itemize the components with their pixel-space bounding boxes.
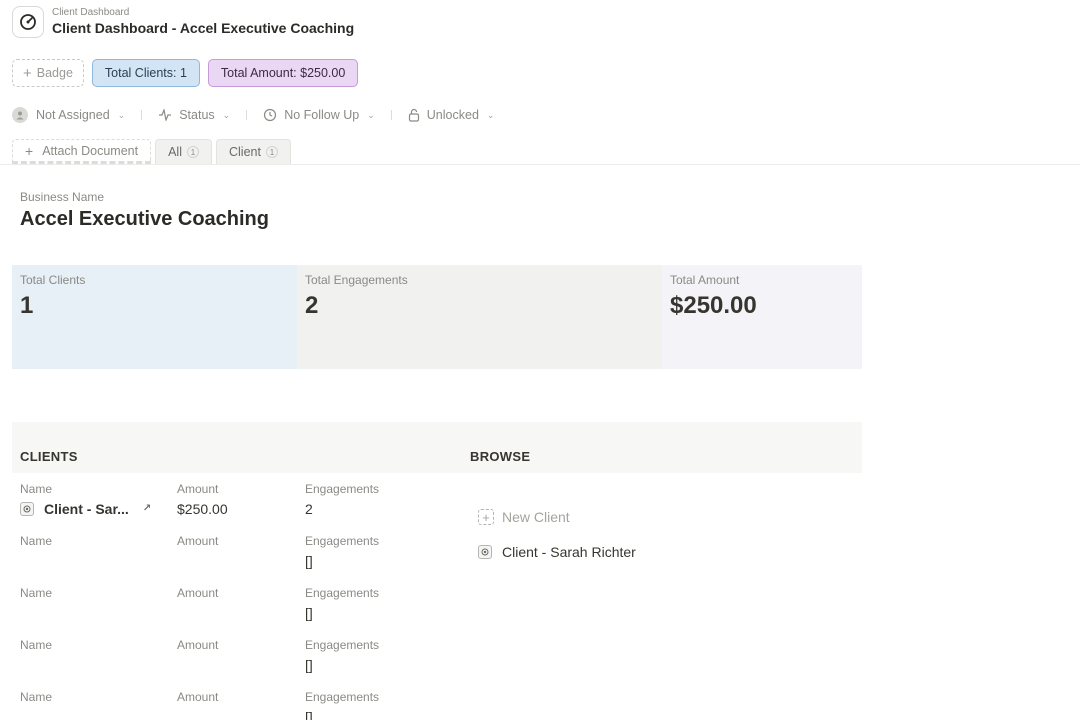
page-title: Client Dashboard - Accel Executive Coach…: [52, 20, 355, 36]
tab-label: Client: [228, 145, 261, 159]
table-row: Name Amount Engagements []: [20, 534, 440, 584]
client-amount: $250.00: [177, 501, 228, 517]
dashboard-gauge-icon[interactable]: [12, 6, 44, 38]
chevron-down-icon: ⌄: [486, 109, 495, 120]
page-header: Client Dashboard Client Dashboard - Acce…: [12, 4, 354, 40]
open-external-icon[interactable]: ↗: [143, 501, 151, 517]
total-amount-badge[interactable]: Total Amount: $250.00: [207, 59, 359, 87]
clients-section-title: CLIENTS: [20, 449, 78, 464]
column-label-name: Name: [20, 482, 53, 496]
add-badge-button[interactable]: + Badge: [12, 59, 84, 87]
plus-icon: +: [25, 142, 34, 159]
section-header-bar: [12, 422, 862, 473]
client-name: Client - Sar...: [44, 501, 129, 517]
property-bar: Not Assigned ⌄ Status ⌄ No Follow Up ⌄ U…: [12, 104, 494, 126]
stat-label: Total Engagements: [305, 273, 408, 287]
stat-card-total-clients: Total Clients 1: [12, 265, 297, 369]
table-row: Name Amount Engagements []: [20, 586, 440, 636]
tab-label: All: [168, 145, 182, 159]
column-label-amount: Amount: [177, 586, 219, 600]
column-label-name: Name: [20, 534, 53, 548]
column-label-engagements: Engagements: [305, 690, 380, 704]
browse-section-title: BROWSE: [470, 449, 531, 464]
follow-up-dropdown[interactable]: No Follow Up ⌄: [263, 108, 375, 122]
page-icon: [20, 502, 34, 516]
stat-value: 2: [305, 292, 319, 319]
column-label-amount: Amount: [177, 690, 219, 704]
client-link[interactable]: Client - Sar... ↗: [20, 501, 170, 517]
tab-bar: + Attach Document All 1 Client 1: [12, 139, 291, 164]
stat-value: 1: [20, 292, 34, 319]
browse-client-name: Client - Sarah Richter: [502, 544, 636, 560]
assignee-label: Not Assigned: [36, 108, 110, 122]
tab-all[interactable]: All 1: [155, 139, 212, 164]
column-label-engagements: Engagements: [305, 638, 380, 652]
badge-row: + Badge Total Clients: 1 Total Amount: $…: [12, 59, 359, 87]
client-engagements: []: [305, 709, 313, 720]
tab-client[interactable]: Client 1: [215, 139, 291, 164]
table-row: Name Amount Engagements []: [20, 638, 440, 688]
stat-label: Total Clients: [20, 273, 86, 287]
lock-label: Unlocked: [426, 108, 479, 122]
table-row: Name Amount Engagements []: [20, 690, 440, 720]
column-label-engagements: Engagements: [305, 534, 380, 548]
client-engagements: []: [305, 657, 313, 673]
chevron-down-icon: ⌄: [222, 109, 231, 120]
clock-icon: [263, 108, 277, 122]
browse-client-link[interactable]: Client - Sarah Richter: [478, 544, 636, 560]
client-engagements: []: [305, 605, 313, 621]
attach-document-button[interactable]: + Attach Document: [12, 139, 152, 164]
status-label: Status: [179, 108, 215, 122]
plus-icon: +: [23, 64, 32, 82]
chevron-down-icon: ⌄: [117, 109, 126, 120]
column-label-amount: Amount: [177, 482, 219, 496]
assignee-dropdown[interactable]: Not Assigned ⌄: [12, 107, 125, 123]
business-name-label: Business Name: [20, 190, 105, 204]
table-row: Name Client - Sar... ↗ Amount $250.00 En…: [20, 482, 440, 532]
chevron-down-icon: ⌄: [367, 109, 375, 120]
status-dropdown[interactable]: Status ⌄: [158, 108, 230, 122]
activity-icon: [158, 109, 172, 121]
stat-card-total-amount: Total Amount $250.00: [662, 265, 862, 369]
tab-count: 1: [186, 146, 199, 158]
column-label-name: Name: [20, 690, 53, 704]
follow-up-label: No Follow Up: [284, 108, 360, 122]
client-engagements: []: [305, 553, 313, 569]
tab-divider: [0, 164, 1080, 165]
unlock-icon: [408, 108, 420, 122]
new-client-label: New Client: [502, 509, 570, 525]
attach-document-label: Attach Document: [42, 143, 139, 158]
plus-icon: +: [478, 509, 494, 525]
column-label-name: Name: [20, 638, 53, 652]
breadcrumb[interactable]: Client Dashboard: [52, 7, 354, 19]
page-icon: [478, 545, 492, 559]
column-label-name: Name: [20, 586, 53, 600]
column-label-engagements: Engagements: [305, 482, 380, 496]
stat-value: $250.00: [670, 292, 757, 319]
column-label-engagements: Engagements: [305, 586, 380, 600]
column-label-amount: Amount: [177, 534, 219, 548]
avatar-icon: [12, 107, 28, 123]
stat-label: Total Amount: [670, 273, 740, 287]
column-label-amount: Amount: [177, 638, 219, 652]
total-clients-badge[interactable]: Total Clients: 1: [91, 59, 200, 87]
new-client-button[interactable]: + New Client: [478, 509, 570, 525]
business-name-value[interactable]: Accel Executive Coaching: [20, 208, 269, 231]
stat-card-total-engagements: Total Engagements 2: [297, 265, 662, 369]
add-badge-label: Badge: [36, 66, 73, 80]
client-engagements: 2: [305, 501, 313, 517]
lock-dropdown[interactable]: Unlocked ⌄: [408, 108, 495, 122]
stats-row: Total Clients 1 Total Engagements 2 Tota…: [12, 265, 862, 369]
tab-count: 1: [265, 146, 278, 158]
